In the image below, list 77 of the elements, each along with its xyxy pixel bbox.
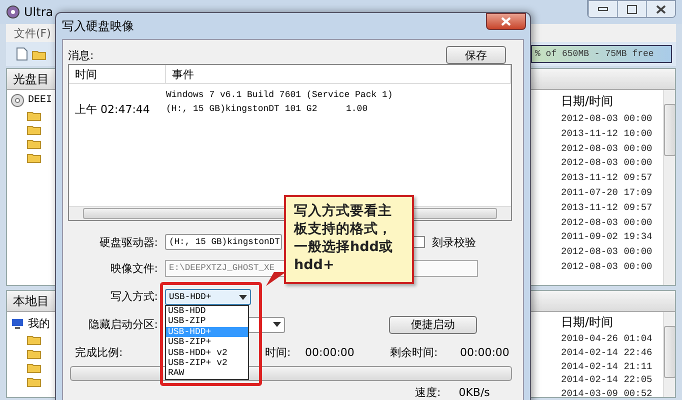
close-button[interactable] [646,1,675,17]
remaining-value: 00:00:00 [460,346,510,358]
event-cell-text: (H:, 15 GB)kingstonDT 101 G2 [166,104,318,114]
capacity-bar: % of 650MB - 75MB free [531,45,672,63]
progress-label: 完成比例: [75,344,123,360]
folder-icon [27,376,41,388]
folder-icon [27,348,41,360]
minimize-icon [598,7,608,11]
speed-label: 速度: [415,384,441,400]
callout-tooltip: 写入方式要看主板支持的格式，一般选择hdd或hdd+ [284,195,414,284]
close-icon [501,17,511,26]
write-mode-dropdown[interactable]: USB-HDD+ [165,289,251,305]
verify-checkbox[interactable] [413,236,425,248]
verify-label: 刻录校验 [432,234,476,250]
computer-icon [11,318,24,330]
folder-icon [27,334,41,346]
messages-label: 消息: [68,48,94,62]
date-cell-text: 2012-08-03 00:00 [561,156,654,170]
remaining-label: 剩余时间: [390,344,438,360]
column-header[interactable]: 日期/时间 [561,90,663,112]
maximize-icon [627,4,637,14]
event-cell: Windows 7 v6.1 Build 7601 (Service Pack 1) [166,90,393,100]
drive-label: 硬盘驱动器: [98,234,158,250]
date-cell-text: 2012-08-03 00:00 [561,142,654,156]
date-cell-text: 2014-03-09 00:52 [561,386,654,397]
folder-icon [27,362,41,374]
date-cell-text: 2013-11-12 09:57 [561,171,654,186]
date-cell-text: 2014-02-14 22:05 [561,373,654,387]
date-cell-text: 2011-07-20 17:09 [561,186,654,200]
column-header[interactable]: 事件 [166,65,511,83]
date-cell-text: 2013-11-12 09:57 [561,200,654,215]
caret-icon [273,322,281,327]
folder-icon [32,48,46,60]
tree-item[interactable]: 我的 [28,316,50,332]
write-mode-label: 写入方式: [109,289,158,304]
minimize-button[interactable] [588,1,617,17]
pane-tab[interactable]: 本地目 [13,292,49,310]
callout-pointer [266,272,286,286]
scrollbar[interactable] [663,312,675,397]
image-file-label: 映像文件: [109,260,158,276]
maximize-button[interactable] [617,1,646,17]
close-button[interactable] [486,13,526,30]
date-cell-text: 2011-09-02 19:34 [561,230,654,244]
folder-icon [27,138,41,149]
elapsed-value: 00:00:00 [305,346,354,358]
save-button[interactable]: 保存 [446,46,506,64]
folder-icon [27,124,41,135]
date-cell-text: 2010-04-26 01:04 [561,332,654,346]
date-cell-text: 2012-08-03 00:00 [561,112,654,126]
tree-item[interactable]: DEEI [28,95,52,106]
date-cell-text: 2013-11-12 10:00 [561,126,654,141]
folder-icon [27,152,41,163]
value-cell: 1.00 [346,104,368,114]
dialog-title: 写入硬盘映像 [62,18,134,34]
close-icon [656,4,666,14]
elapsed-label: 时间: [265,344,291,360]
drive-dropdown[interactable]: (H:, 15 GB)kingstonDT [165,234,282,250]
folder-icon [27,110,41,121]
column-header[interactable]: 日期/时间 [561,312,663,332]
pane-tab[interactable]: 光盘目 [13,70,49,88]
date-cell-text: 2012-08-03 00:00 [561,260,654,274]
window-title: Ultra [24,5,54,19]
date-cell-text: 2014-02-14 21:11 [561,360,654,374]
date-cell-text: 2012-08-03 00:00 [561,216,654,230]
column-header[interactable]: 时间 [69,65,166,83]
new-file-icon[interactable] [16,47,28,61]
date-cell-text: 2012-08-03 00:00 [561,245,654,260]
scrollbar[interactable] [663,90,675,286]
hidden-partition-label: 隐藏启动分区: [87,317,158,332]
caret-icon [239,294,247,300]
disc-icon [11,94,24,107]
menu-item[interactable]: 文件(F) [14,26,51,40]
date-cell-text: 2014-02-14 22:46 [561,346,654,360]
speed-value: 0KB/s [458,386,490,398]
time-cell-text: 上午 02:47:44 [74,102,151,116]
quick-boot-button[interactable]: 便捷启动 [389,316,477,334]
app-icon [6,5,20,19]
